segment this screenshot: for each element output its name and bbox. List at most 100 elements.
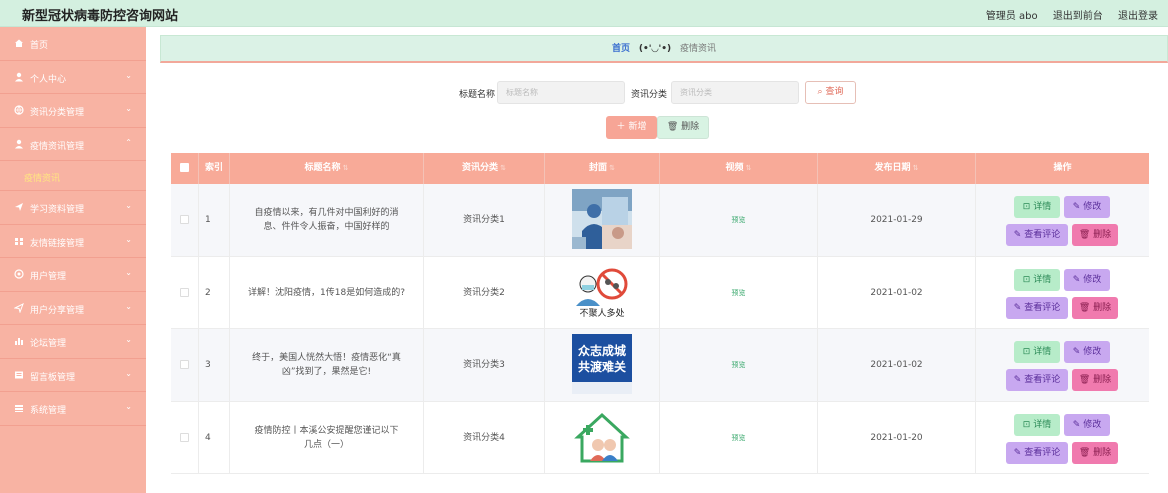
admin-label: 管理员 abo [985,11,1038,22]
to-front-link[interactable]: 退出到前台 [1053,11,1103,22]
sidebar-item-system[interactable]: 系统管理 ⌄ [0,392,146,426]
row-checkbox[interactable] [180,287,189,297]
edit-button[interactable]: ✎ 修改 [1064,196,1110,218]
globe-icon [14,105,24,115]
sidebar-item-users[interactable]: 用户管理 ⌄ [0,258,146,292]
detail-button[interactable]: ⊡ 详情 [1014,413,1060,436]
row-actions: ⊡ 详情 ✎ 修改 ✎ 查看评论 🗑 删除 [976,329,1149,401]
row-category: 资讯分类3 [424,329,545,401]
row-video: 预览 [660,401,818,474]
query-button[interactable]: ⌕ 查询 [805,81,856,104]
cover-caption: 不聚人多处 [579,308,625,319]
batch-delete-label: 删除 [681,122,700,132]
sort-icon: ⇅ [500,164,506,172]
chevron-down-icon: ⌄ [125,201,132,210]
delete-button[interactable]: 🗑 删除 [1072,224,1118,246]
select-all-checkbox[interactable] [180,163,189,172]
top-bar-actions: 管理员 abo 退出到前台 退出登录 [974,7,1158,22]
col-video[interactable]: 视频 ⇅ [660,153,818,184]
sort-icon: ⇅ [609,164,615,172]
row-title: 终于，美国人恍然大悟！疫情恶化“真凶”找到了，果然是它! [230,329,424,401]
row-index: 2 [199,256,230,329]
col-category[interactable]: 资讯分类 ⇅ [424,153,545,184]
chevron-down-icon: ⌄ [125,234,132,244]
sidebar-item-study[interactable]: 学习资料管理 ⌄ [0,191,146,225]
chevron-down-icon: ⌄ [125,402,132,411]
sidebar-item-forum[interactable]: 论坛管理 ⌄ [0,325,146,359]
row-cover [545,184,660,256]
detail-button[interactable]: ⊡ 详情 [1014,196,1060,218]
breadcrumb-current: 疫情资讯 [679,44,716,54]
delete-button[interactable]: 🗑 删除 [1072,441,1118,464]
sidebar-item-personal[interactable]: 个人中心 ⌄ [0,61,146,94]
chevron-down-icon: ⌄ [125,70,132,80]
row-index: 4 [199,401,230,474]
row-title: 自疫情以来，有几件对中国利好的消息、件件令人振奋，中国好样的 [230,184,424,256]
video-preview-link[interactable]: 预览 [732,434,746,442]
sidebar-item-category[interactable]: 资讯分类管理 ⌄ [0,94,146,128]
news-table: 索引 标题名称 ⇅ 资讯分类 ⇅ 封面 ⇅ 视频 ⇅ 发布日期 ⇅ 操作 1 自疫情以来，… [171,153,1149,474]
col-date[interactable]: 发布日期 ⇅ [818,153,976,184]
row-actions: ⊡ 详情 ✎ 修改 ✎ 查看评论 🗑 删除 [976,184,1149,256]
add-button[interactable]: ＋ 新增 [606,116,657,139]
row-date: 2021-01-02 [818,329,976,401]
table-row: 1 自疫情以来，有几件对中国利好的消息、件件令人振奋，中国好样的 资讯分类1 预… [171,184,1149,257]
edit-button[interactable]: ✎ 修改 [1064,268,1110,291]
title-search-label: 标题名称 [459,90,496,100]
add-button-label: 新增 [628,122,647,132]
row-category: 资讯分类4 [424,401,545,474]
view-comments-button[interactable]: ✎ 查看评论 [1006,441,1068,464]
trash-icon: 🗑 [666,122,679,132]
sidebar-item-home[interactable]: 首页 [0,27,146,61]
video-preview-link[interactable]: 预览 [732,361,746,369]
edit-button[interactable]: ✎ 修改 [1064,341,1110,363]
logout-link[interactable]: 退出登录 [1118,11,1158,22]
title-search-input[interactable]: 标题名称 [497,81,625,104]
sidebar-item-label: 系统管理 [30,406,67,416]
row-cover: 众志成城 共渡难关 [545,329,660,401]
sidebar-item-messages[interactable]: 留言板管理 ⌄ [0,359,146,392]
row-checkbox[interactable] [180,215,189,224]
view-comments-button[interactable]: ✎ 查看评论 [1006,224,1068,246]
cover-caption: 共渡难关 [577,360,626,374]
row-video: 预览 [660,256,818,329]
col-title[interactable]: 标题名称 ⇅ [230,153,424,184]
row-checkbox[interactable] [180,360,189,369]
sidebar-item-share[interactable]: 用户分享管理 ⌄ [0,292,146,325]
video-preview-link[interactable]: 预览 [732,216,746,224]
view-comments-button[interactable]: ✎ 查看评论 [1006,369,1068,391]
cover-image[interactable] [572,406,632,467]
delete-button[interactable]: 🗑 删除 [1072,296,1118,319]
col-cover[interactable]: 封面 ⇅ [545,153,660,184]
sidebar-subitem-label: 疫情资讯 [24,174,61,184]
video-preview-link[interactable]: 预览 [732,289,746,297]
delete-button[interactable]: 🗑 删除 [1072,369,1118,391]
breadcrumb: 首页 (•'◡'•) 疫情资讯 [160,35,1168,63]
sidebar-item-label: 留言板管理 [30,372,76,383]
view-comments-button[interactable]: ✎ 查看评论 [1006,296,1068,319]
sidebar-item-links[interactable]: 友情链接管理 ⌄ [0,225,146,258]
cover-image[interactable]: 不聚人多处 [572,261,632,322]
search-icon: ⌕ [817,87,823,97]
sidebar-subitem-news[interactable]: 疫情资讯 [0,161,146,191]
board-icon [14,370,24,380]
sidebar-item-news[interactable]: 疫情资讯管理 ⌃ [0,128,146,161]
detail-button[interactable]: ⊡ 详情 [1014,268,1060,291]
cover-image[interactable] [572,189,632,249]
category-search-input[interactable]: 资讯分类 [671,81,799,104]
batch-delete-button[interactable]: 🗑 删除 [657,116,709,139]
chevron-down-icon: ⌄ [125,335,132,344]
table-header: 索引 标题名称 ⇅ 资讯分类 ⇅ 封面 ⇅ 视频 ⇅ 发布日期 ⇅ 操作 [171,153,1149,184]
table-row: 3 终于，美国人恍然大悟！疫情恶化“真凶”找到了，果然是它! 资讯分类3 众志成… [171,329,1149,402]
breadcrumb-separator: (•'◡'•) [638,44,672,54]
breadcrumb-home[interactable]: 首页 [612,44,630,54]
detail-button[interactable]: ⊡ 详情 [1014,341,1060,363]
cover-image[interactable]: 众志成城 共渡难关 [572,334,632,394]
row-checkbox[interactable] [180,432,189,442]
send-icon [14,202,24,212]
edit-button[interactable]: ✎ 修改 [1064,413,1110,436]
row-category: 资讯分类1 [424,184,545,256]
circle-icon [14,269,24,279]
row-cover: 不聚人多处 [545,256,660,329]
row-select-cell [171,329,199,401]
